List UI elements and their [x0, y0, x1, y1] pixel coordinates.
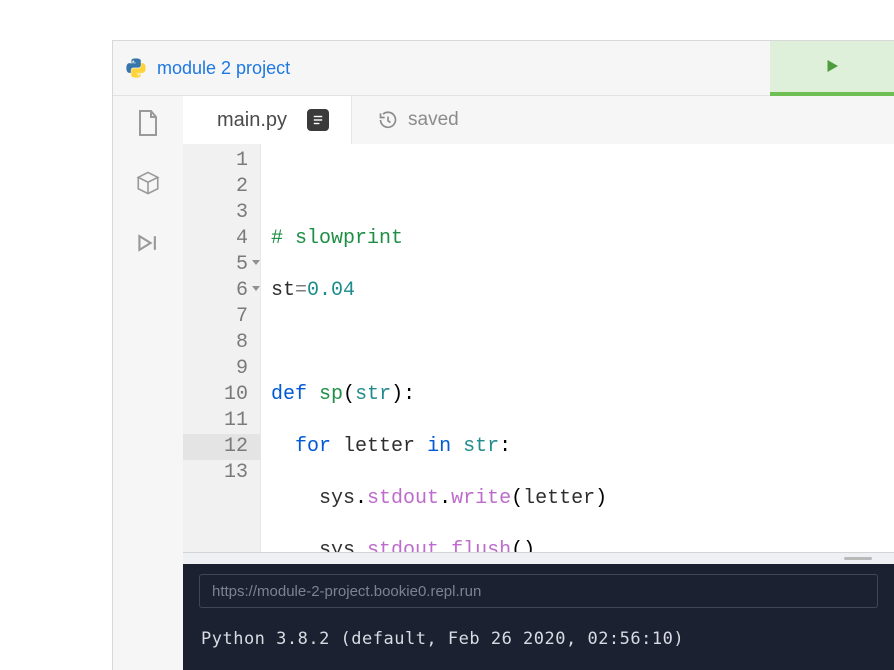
console-line: Python 3.8.2 (default, Feb 26 2020, 02:5…	[201, 626, 876, 652]
run-button[interactable]	[770, 41, 894, 96]
history-icon	[378, 110, 398, 130]
left-sidebar	[113, 96, 183, 670]
saved-label: saved	[408, 109, 459, 131]
project-name[interactable]: module 2 project	[157, 58, 290, 79]
terminal-panel: https://module-2-project.bookie0.repl.ru…	[183, 552, 894, 670]
console-output[interactable]: Python 3.8.2 (default, Feb 26 2020, 02:5…	[183, 616, 894, 670]
main-area: main.py saved	[183, 96, 894, 670]
body-area: main.py saved	[113, 96, 894, 670]
packages-icon[interactable]	[135, 170, 161, 196]
saved-indicator: saved	[352, 96, 459, 144]
file-tab[interactable]: main.py	[183, 96, 352, 144]
line-gutter: 1 2 3 4 5 6 7 8 9 10 11 12 13	[183, 144, 261, 552]
repl-url-input[interactable]: https://module-2-project.bookie0.repl.ru…	[199, 574, 878, 608]
files-icon[interactable]	[135, 110, 161, 136]
code-area[interactable]: # slowprint st=0.04 def sp(str): for let…	[261, 144, 894, 552]
grip-icon	[844, 557, 872, 560]
panel-resize-handle[interactable]	[183, 552, 894, 564]
debugger-icon[interactable]	[135, 230, 161, 256]
repl-url-text: https://module-2-project.bookie0.repl.ru…	[212, 583, 481, 600]
ide-window: module 2 project	[112, 40, 894, 670]
code-editor[interactable]: 1 2 3 4 5 6 7 8 9 10 11 12 13 # slowprin…	[183, 144, 894, 552]
project-header[interactable]: module 2 project	[113, 57, 770, 79]
python-icon	[125, 57, 147, 79]
tabs-row: main.py saved	[183, 96, 894, 144]
editor-type-icon[interactable]	[307, 109, 329, 131]
tab-filename: main.py	[217, 109, 287, 132]
header-bar: module 2 project	[113, 41, 894, 96]
play-icon	[823, 57, 841, 75]
